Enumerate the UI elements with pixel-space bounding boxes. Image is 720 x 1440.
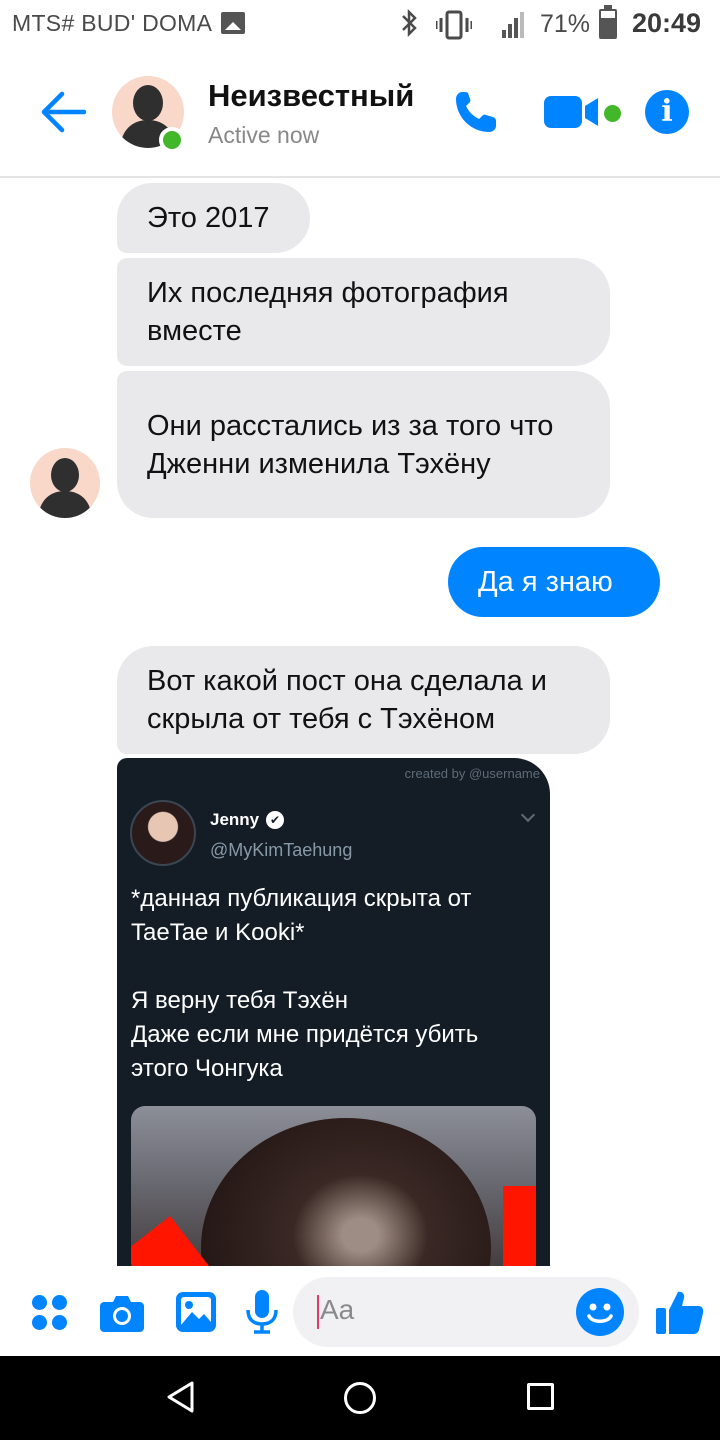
gallery-icon[interactable] [176,1292,216,1332]
message-bubble-incoming[interactable]: Они расстались из за того что Дженни изм… [117,371,610,518]
tweet-avatar [130,800,196,866]
message-composer: Aa [0,1266,720,1356]
video-camera-icon[interactable] [544,94,600,130]
sender-avatar[interactable] [30,448,100,518]
thumbs-up-icon[interactable] [656,1288,704,1336]
message-input[interactable]: Aa [293,1277,639,1347]
nav-back-icon[interactable] [166,1380,196,1419]
text-caret [317,1295,319,1329]
status-bar: MTS# BUD' DOMA 71% 20:49 [0,0,720,52]
vibrate-icon [434,10,474,45]
message-bubble-incoming[interactable]: Вот какой пост она сделала и скрыла от т… [117,646,610,754]
battery-percent: 71% [540,10,591,38]
clock: 20:49 [632,8,702,38]
tweet-author-name: Jenny [210,810,260,829]
tweet-text: *данная публикация скрыта от TaeTae и Ko… [131,885,479,1082]
video-active-dot [604,105,621,122]
phone-icon[interactable] [452,88,500,136]
back-arrow-icon[interactable] [40,90,87,134]
bluetooth-icon [399,8,419,45]
conversation-header: Неизвестный Active now i [0,52,720,178]
verified-badge-icon: ✔ [266,811,284,829]
tweet-handle: @MyKimTaehung [210,840,353,860]
battery-icon [599,5,617,39]
message-bubble-incoming[interactable]: Их последняя фотография вместе [117,258,610,366]
nav-home-icon[interactable] [344,1382,376,1414]
camera-icon[interactable] [100,1294,144,1332]
chevron-down-icon [520,807,536,823]
message-bubble-outgoing[interactable]: Да я знаю [448,547,660,617]
system-navigation-bar [0,1356,720,1440]
contact-name[interactable]: Неизвестный [208,78,414,114]
apps-grid-icon[interactable] [32,1295,68,1331]
online-indicator [159,127,185,153]
microphone-icon[interactable] [246,1290,278,1334]
signal-icon [502,12,526,43]
tweet-photo [131,1106,536,1278]
emoji-icon[interactable] [576,1288,624,1336]
info-icon[interactable]: i [645,90,689,134]
nav-recents-icon[interactable] [527,1383,554,1410]
message-bubble-incoming[interactable]: Это 2017 [117,183,310,253]
watermark: created by @username [404,766,540,781]
active-status: Active now [208,122,320,148]
message-input-placeholder: Aa [320,1294,355,1325]
carrier-name: MTS# BUD' DOMA [12,10,213,36]
image-icon [221,12,245,34]
shared-image[interactable]: created by @username Jenny ✔ @MyKimTaehu… [117,758,550,1278]
